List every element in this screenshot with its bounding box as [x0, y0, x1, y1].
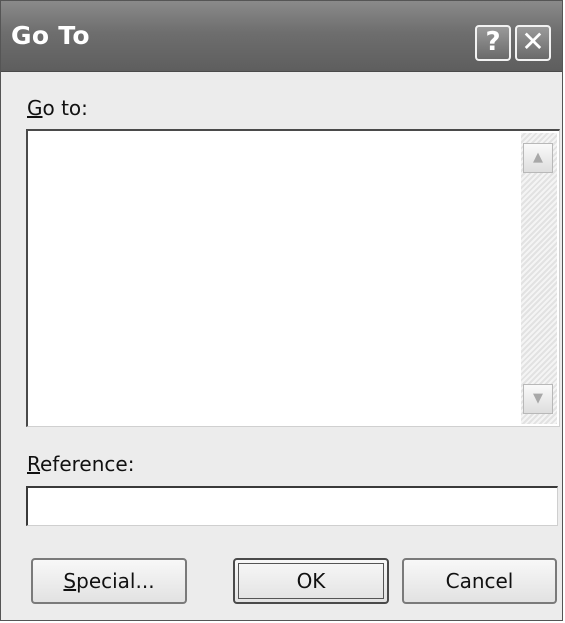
go-to-listbox[interactable]: ▲ ▼	[26, 129, 560, 427]
help-icon: ?	[485, 27, 501, 57]
close-icon: ✕	[521, 25, 545, 58]
listbox-scrollbar[interactable]: ▲ ▼	[521, 133, 557, 424]
help-button[interactable]: ?	[475, 25, 511, 61]
dialog-title: Go To	[11, 21, 90, 50]
special-button-label: pecial...	[76, 569, 155, 593]
scroll-down-button[interactable]: ▼	[523, 384, 553, 414]
reference-input[interactable]	[26, 486, 558, 526]
scroll-up-button[interactable]: ▲	[523, 143, 553, 173]
cancel-button-label: Cancel	[445, 569, 514, 593]
special-button[interactable]: Special...	[31, 558, 187, 604]
arrow-up-icon: ▲	[533, 150, 543, 165]
title-bar[interactable]: Go To ? ✕	[1, 1, 562, 72]
go-to-label: Go to:	[27, 96, 88, 120]
go-to-dialog: Go To ? ✕ Go to: ▲ ▼ Reference: Special.…	[0, 0, 563, 621]
arrow-down-icon: ▼	[533, 391, 543, 406]
ok-button-label: OK	[296, 569, 326, 593]
reference-label: Reference:	[27, 452, 134, 476]
ok-button[interactable]: OK	[233, 558, 389, 604]
special-button-mnemonic: S	[63, 569, 77, 593]
close-button[interactable]: ✕	[515, 25, 551, 61]
cancel-button[interactable]: Cancel	[402, 558, 557, 604]
reference-label-mnemonic: R	[27, 452, 40, 476]
reference-label-text: eference:	[40, 452, 135, 476]
go-to-label-text: o to:	[42, 96, 88, 120]
go-to-label-mnemonic: G	[27, 96, 43, 120]
